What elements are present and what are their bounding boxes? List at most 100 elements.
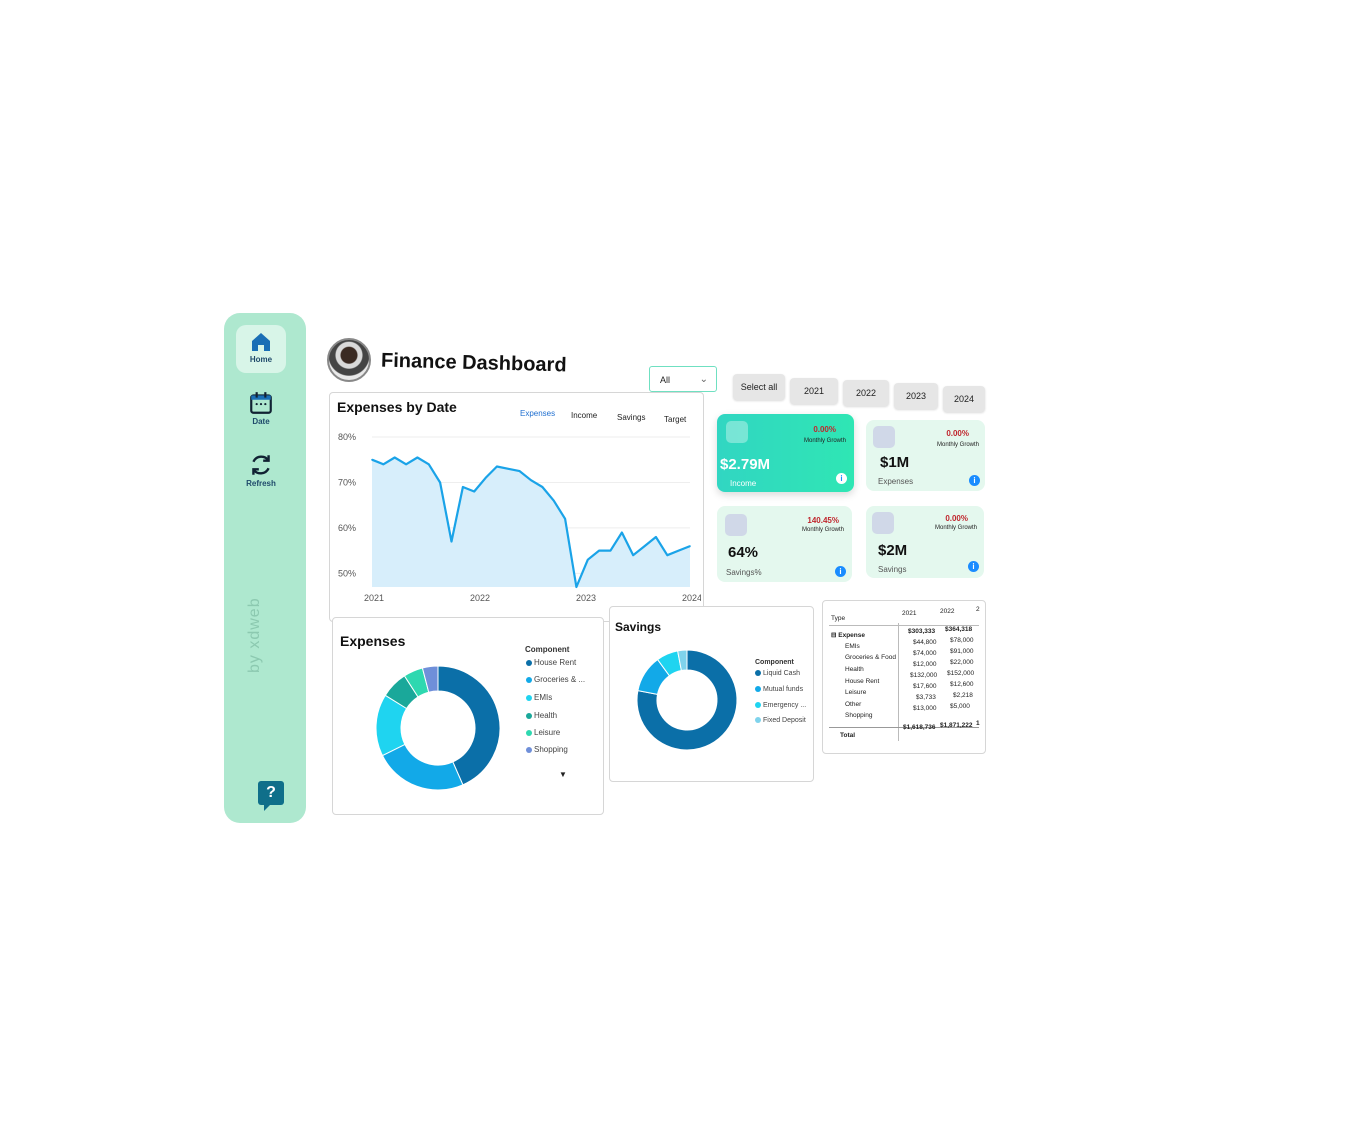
- legend-item[interactable]: Liquid Cash: [755, 670, 800, 677]
- y-tick-label: 60%: [338, 523, 356, 533]
- legend-dot: [755, 702, 761, 709]
- legend-label: Leisure: [534, 728, 561, 737]
- y-tick-label: 50%: [338, 568, 356, 578]
- nav-home[interactable]: Home: [236, 325, 286, 373]
- legend-scroll-down-icon[interactable]: ▼: [559, 770, 567, 779]
- data-point: [427, 463, 430, 466]
- filter-dropdown[interactable]: All ⌄: [649, 366, 717, 392]
- kpi-savings-pct-growth-label: Monthly Growth: [801, 527, 844, 533]
- legend-item[interactable]: Shopping: [526, 745, 568, 754]
- legend-dot: [526, 746, 532, 753]
- legend-item[interactable]: EMIs: [526, 693, 552, 702]
- tab-income[interactable]: Income: [571, 411, 597, 420]
- legend-label: Groceries & ...: [534, 675, 586, 684]
- data-point: [507, 468, 510, 470]
- avatar: [327, 338, 371, 382]
- nav-home-label: Home: [249, 355, 273, 364]
- income-icon: [726, 421, 748, 443]
- nav-date-label: Date: [252, 417, 270, 426]
- data-point: [405, 463, 407, 466]
- year-2024-button[interactable]: 2024: [943, 386, 985, 412]
- expenses-legend-title: Component: [525, 645, 570, 654]
- filter-dropdown-value: All: [660, 375, 671, 385]
- info-icon[interactable]: i: [968, 561, 979, 572]
- kpi-expenses-growth: 0.00%: [946, 429, 969, 438]
- info-icon[interactable]: i: [835, 566, 846, 577]
- legend-label: Emergency ...: [763, 702, 807, 709]
- x-tick-label: 2021: [364, 593, 384, 603]
- data-point: [655, 536, 657, 538]
- nav-refresh-label: Refresh: [246, 479, 276, 488]
- legend-dot: [755, 670, 761, 677]
- table-group-expense[interactable]: ⊟ Expense: [831, 631, 865, 639]
- data-point: [371, 458, 373, 461]
- data-point: [484, 477, 487, 479]
- expenses-title: Expenses: [340, 633, 406, 649]
- kpi-savings-pct-card: 140.45% Monthly Growth 64% Savings% i: [717, 506, 852, 582]
- savings-icon: [872, 512, 894, 534]
- nav-refresh[interactable]: Refresh: [236, 447, 286, 495]
- table-column-divider: [898, 623, 899, 741]
- chevron-down-icon: ⌄: [699, 374, 708, 385]
- table-row-label: Health: [845, 666, 864, 673]
- legend-dot: [526, 694, 532, 701]
- year-2022-button[interactable]: 2022: [843, 380, 889, 406]
- help-button[interactable]: ?: [258, 781, 284, 811]
- legend-label: Health: [534, 711, 558, 720]
- legend-item[interactable]: Health: [526, 711, 557, 720]
- data-point: [621, 531, 623, 534]
- data-point: [439, 481, 441, 484]
- y-tick-label: 70%: [338, 477, 356, 487]
- table-row-label: Groceries & Food: [845, 654, 896, 661]
- data-point: [382, 463, 385, 466]
- refresh-icon: [252, 455, 270, 475]
- legend-item[interactable]: Leisure: [526, 728, 560, 737]
- expenses-line-chart: 80% 70% 60% 50% 2021 2022 2023 2024: [338, 432, 701, 603]
- table-cell: $303,333: [908, 628, 936, 635]
- data-point: [598, 549, 600, 552]
- data-point: [530, 479, 532, 481]
- table-cell: $91,000: [950, 648, 974, 655]
- data-point: [575, 586, 578, 588]
- kpi-savings-pct-growth: 140.45%: [807, 516, 839, 525]
- table-cell: $13,000: [913, 705, 937, 712]
- data-point: [632, 554, 635, 556]
- savings-legend-title: Component: [755, 659, 794, 666]
- tab-expenses[interactable]: Expenses: [520, 409, 555, 418]
- legend-item[interactable]: Mutual funds: [755, 686, 803, 693]
- legend-item[interactable]: Emergency ...: [755, 702, 806, 709]
- data-point: [643, 545, 646, 547]
- savings-pct-icon: [725, 514, 747, 536]
- tab-target[interactable]: Target: [664, 415, 686, 424]
- info-icon[interactable]: i: [969, 475, 980, 486]
- kpi-income-growth: 0.00%: [813, 425, 836, 434]
- data-point: [518, 470, 521, 472]
- data-point: [689, 545, 691, 547]
- sidebar: Home Date Refresh by xdweb ?: [224, 313, 306, 823]
- nav-date[interactable]: Date: [236, 385, 286, 433]
- year-2021-button[interactable]: 2021: [790, 378, 838, 404]
- data-point: [609, 549, 612, 552]
- expense-table-panel: Type 2021 2022 2 ⊟ Expense $303,333 $364…: [822, 600, 986, 754]
- data-point: [462, 486, 464, 488]
- legend-label: Shopping: [534, 745, 568, 754]
- data-point: [677, 549, 680, 552]
- table-cell: $74,000: [913, 650, 937, 657]
- year-2023-button[interactable]: 2023: [894, 383, 938, 409]
- info-icon[interactable]: i: [836, 473, 847, 484]
- legend-item[interactable]: Fixed Deposit: [755, 717, 806, 724]
- table-cell: $2,218: [953, 692, 973, 699]
- legend-label: House Rent: [534, 658, 577, 667]
- legend-label: Mutual funds: [763, 686, 804, 693]
- expenses-icon: [873, 426, 895, 448]
- table-total-label: Total: [840, 732, 856, 739]
- expenses-by-date-title: Expenses by Date: [337, 399, 457, 415]
- savings-donut-chart: [636, 649, 738, 751]
- data-point: [473, 490, 476, 493]
- select-all-button[interactable]: Select all: [733, 374, 785, 400]
- legend-item[interactable]: Groceries & ...: [526, 675, 585, 684]
- expenses-by-date-panel: Expenses by Date Expenses Income Savings…: [329, 392, 704, 622]
- table-cell: $78,000: [950, 637, 974, 644]
- legend-item[interactable]: House Rent: [526, 658, 576, 667]
- tab-savings[interactable]: Savings: [617, 413, 645, 422]
